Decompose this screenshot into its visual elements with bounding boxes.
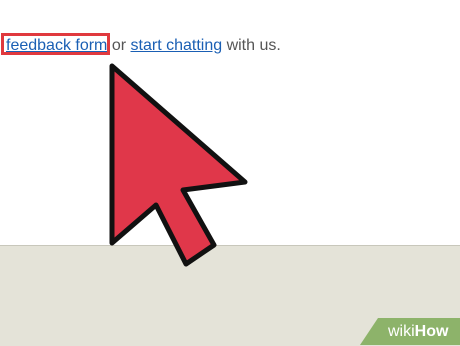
page-content: feedback form or start chatting with us.: [0, 0, 460, 245]
connector-text: or: [107, 37, 131, 54]
start-chatting-link[interactable]: start chatting: [131, 37, 223, 54]
watermark-text: wikiHow: [388, 322, 448, 341]
wikihow-watermark: wikiHow: [360, 318, 460, 345]
watermark-how: How: [414, 323, 449, 340]
watermark-wiki: wiki: [388, 323, 415, 340]
tail-text: with us.: [222, 37, 281, 54]
contact-message: feedback form or start chatting with us.: [6, 35, 281, 57]
feedback-form-link[interactable]: feedback form: [6, 37, 107, 54]
